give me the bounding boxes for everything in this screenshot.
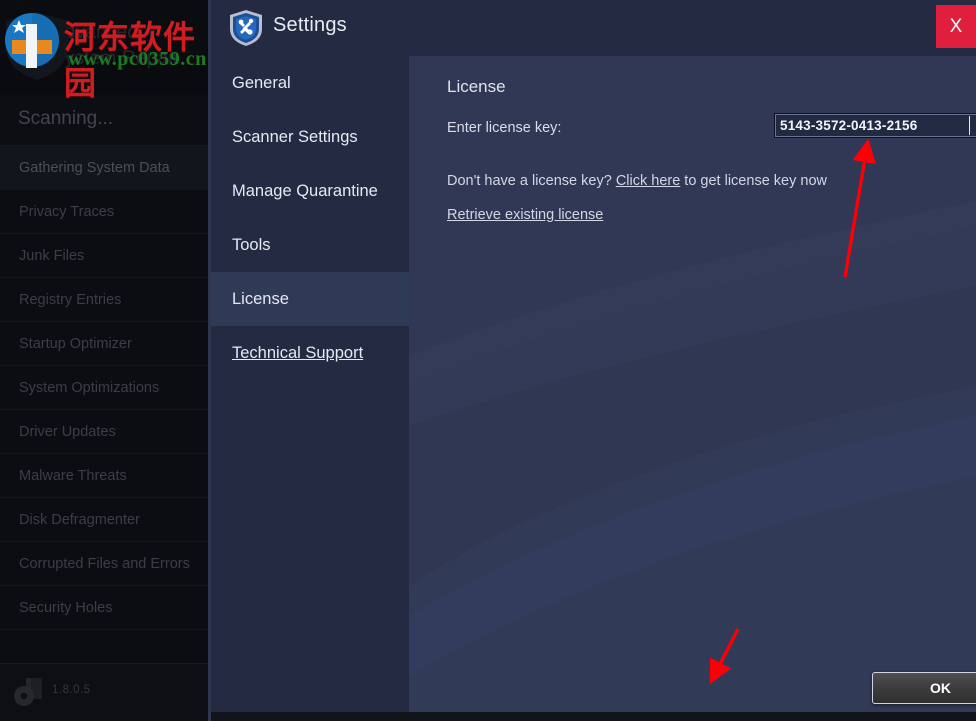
- nav-item-label: License: [232, 290, 289, 308]
- nav-item-technical-support[interactable]: Technical Support: [211, 326, 409, 380]
- get-license-link[interactable]: Click here: [616, 173, 680, 189]
- scan-items-list: Gathering System Data Privacy Traces Jun…: [0, 146, 215, 630]
- list-item[interactable]: Disk Defragmenter: [0, 498, 215, 542]
- list-item[interactable]: Malware Threats: [0, 454, 215, 498]
- hint-prefix-text: Don't have a license key?: [447, 173, 616, 189]
- scan-item-label: Startup Optimizer: [19, 336, 132, 352]
- scan-item-label: Privacy Traces: [19, 204, 114, 220]
- settings-content-panel: License Enter license key: Apply Key Don…: [409, 56, 976, 721]
- license-hint-row: Don't have a license key? Click here to …: [447, 173, 827, 189]
- screen-root: Advanced System Repair Scanning... Gathe…: [0, 0, 976, 721]
- nav-item-label: General: [232, 74, 291, 92]
- scan-item-label: Junk Files: [19, 248, 84, 264]
- list-item[interactable]: Registry Entries: [0, 278, 215, 322]
- scan-item-label: Corrupted Files and Errors: [19, 556, 190, 572]
- list-item[interactable]: System Optimizations: [0, 366, 215, 410]
- settings-nav: General Scanner Settings Manage Quaranti…: [211, 56, 409, 721]
- scanning-status-text: Scanning...: [18, 108, 113, 130]
- page-title: License: [447, 77, 506, 97]
- list-item[interactable]: Security Holes: [0, 586, 215, 630]
- nav-item-general[interactable]: General: [211, 56, 409, 110]
- dialog-title: Settings: [273, 14, 347, 37]
- scan-item-label: System Optimizations: [19, 380, 159, 396]
- nav-item-tools[interactable]: Tools: [211, 218, 409, 272]
- scan-item-label: Gathering System Data: [19, 160, 170, 176]
- dialog-titlebar: Settings X: [211, 0, 976, 56]
- nav-item-label: Tools: [232, 236, 271, 254]
- background-app-footer: 1.8.0.5: [0, 663, 215, 721]
- disc-stack-icon: [12, 675, 48, 709]
- nav-item-label: Scanner Settings: [232, 128, 358, 146]
- list-item[interactable]: Gathering System Data: [0, 146, 215, 190]
- scan-item-label: Disk Defragmenter: [19, 512, 140, 528]
- license-key-input[interactable]: [774, 113, 976, 138]
- list-item[interactable]: Privacy Traces: [0, 190, 215, 234]
- license-key-label: Enter license key:: [447, 120, 561, 136]
- list-item[interactable]: Startup Optimizer: [0, 322, 215, 366]
- app-version-label: 1.8.0.5: [52, 684, 91, 696]
- scan-item-label: Security Holes: [19, 600, 112, 616]
- background-app-header: Advanced System Repair: [0, 0, 215, 95]
- ok-button[interactable]: OK: [872, 672, 976, 704]
- scan-item-label: Registry Entries: [19, 292, 121, 308]
- hint-suffix-text: to get license key now: [680, 173, 827, 189]
- nav-item-label: Manage Quarantine: [232, 182, 378, 200]
- shield-wrench-icon: [228, 9, 264, 47]
- nav-item-license[interactable]: License: [211, 272, 409, 326]
- list-item[interactable]: Driver Updates: [0, 410, 215, 454]
- close-icon: X: [936, 5, 976, 48]
- scan-item-label: Driver Updates: [19, 424, 116, 440]
- background-waves: [409, 56, 976, 721]
- scanning-status-bar: Scanning...: [0, 95, 215, 146]
- text-caret: [969, 116, 970, 135]
- settings-dialog: Settings X General Scanner Settings Mana…: [211, 0, 976, 721]
- dialog-bottom-edge: [211, 712, 976, 721]
- retrieve-existing-license-link[interactable]: Retrieve existing license: [447, 207, 603, 223]
- nav-item-manage-quarantine[interactable]: Manage Quarantine: [211, 164, 409, 218]
- list-item[interactable]: Corrupted Files and Errors: [0, 542, 215, 586]
- nav-item-scanner-settings[interactable]: Scanner Settings: [211, 110, 409, 164]
- scan-item-label: Malware Threats: [19, 468, 127, 484]
- list-item[interactable]: Junk Files: [0, 234, 215, 278]
- nav-item-label: Technical Support: [232, 344, 363, 362]
- close-button[interactable]: X: [936, 5, 976, 48]
